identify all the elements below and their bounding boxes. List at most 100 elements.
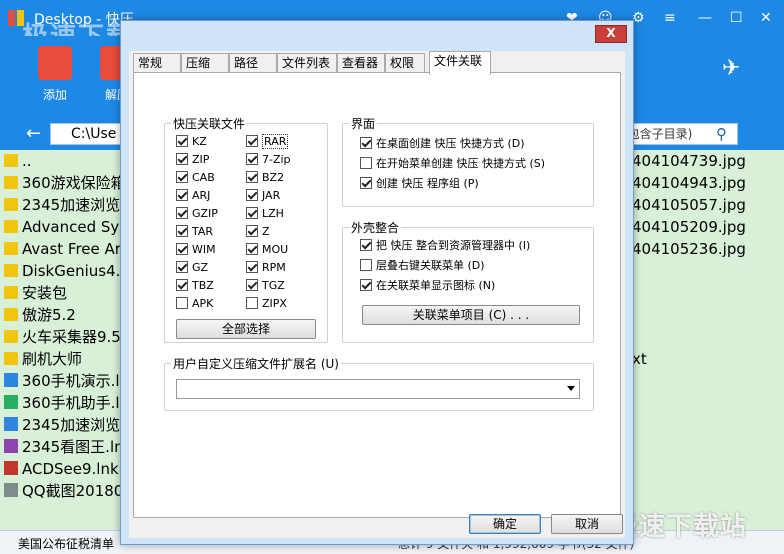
checkbox-lzh[interactable]: LZH xyxy=(246,207,284,221)
list-item[interactable]: 2345加速浏览 xyxy=(4,194,120,216)
list-item[interactable]: QQ截图20180 xyxy=(4,480,123,502)
checkbox-box[interactable] xyxy=(246,297,258,309)
list-item[interactable]: 2345看图王.ln xyxy=(4,436,124,458)
checkbox-box[interactable] xyxy=(176,279,188,291)
checkbox-shell-integration[interactable]: 把 快压 整合到资源管理器中 (I) xyxy=(360,239,530,253)
checkbox-box[interactable] xyxy=(360,157,372,169)
checkbox-box[interactable] xyxy=(360,279,372,291)
checkbox-box[interactable] xyxy=(176,207,188,219)
add-button[interactable]: 添加 xyxy=(30,46,80,103)
checkbox-box[interactable] xyxy=(176,171,188,183)
tab-path[interactable]: 路径 xyxy=(229,53,277,73)
checkbox-box[interactable] xyxy=(360,259,372,271)
checkbox-box[interactable] xyxy=(360,239,372,251)
list-item[interactable]: 360游戏保险箱 xyxy=(4,172,126,194)
dialog-close-button[interactable]: X xyxy=(595,25,627,43)
checkbox-box[interactable] xyxy=(176,189,188,201)
list-item[interactable]: 404104943.jpg xyxy=(632,172,746,194)
list-item[interactable]: .. xyxy=(4,150,32,172)
checkbox-box[interactable] xyxy=(176,135,188,147)
checkbox-cab[interactable]: CAB xyxy=(176,171,215,185)
checkbox-box[interactable] xyxy=(246,261,258,273)
list-item[interactable]: 360手机助手.l xyxy=(4,392,120,414)
checkbox-tar[interactable]: TAR xyxy=(176,225,213,239)
tab-general[interactable]: 常规 xyxy=(133,53,181,73)
checkbox-gz[interactable]: GZ xyxy=(176,261,208,275)
checkbox-box[interactable] xyxy=(246,225,258,237)
interface-group-title: 界面 xyxy=(351,117,376,131)
checkbox-7zip[interactable]: 7-Zip xyxy=(246,153,291,167)
paper-plane-icon[interactable]: ✈ xyxy=(722,56,740,81)
back-arrow-icon[interactable]: ← xyxy=(26,123,41,144)
checkbox-apk[interactable]: APK xyxy=(176,297,213,311)
checkbox-box[interactable] xyxy=(246,243,258,255)
checkbox-box[interactable] xyxy=(246,189,258,201)
list-item[interactable]: DiskGenius4.9 xyxy=(4,260,130,282)
checkbox-tgz[interactable]: TGZ xyxy=(246,279,285,293)
checkbox-jar[interactable]: JAR xyxy=(246,189,280,203)
list-item[interactable]: xt xyxy=(632,348,647,370)
checkbox-box[interactable] xyxy=(176,225,188,237)
tab-file-list[interactable]: 文件列表 xyxy=(277,53,337,73)
checkbox-box[interactable] xyxy=(360,137,372,149)
close-window-icon[interactable]: ✕ xyxy=(760,10,772,26)
minimize-icon[interactable]: — xyxy=(698,10,712,26)
checkbox-box[interactable] xyxy=(360,177,372,189)
checkbox-box[interactable] xyxy=(176,297,188,309)
cancel-button[interactable]: 取消 xyxy=(551,514,623,534)
checkbox-menu-icons[interactable]: 在关联菜单显示图标 (N) xyxy=(360,279,495,293)
list-item[interactable]: 404105236.jpg xyxy=(632,238,746,260)
checkbox-bz2[interactable]: BZ2 xyxy=(246,171,284,185)
checkbox-box[interactable] xyxy=(176,243,188,255)
checkbox-box[interactable] xyxy=(246,171,258,183)
checkbox-box[interactable] xyxy=(246,207,258,219)
checkbox-zipx[interactable]: ZIPX xyxy=(246,297,287,311)
checkbox-start-menu-shortcut[interactable]: 在开始菜单创建 快压 快捷方式 (S) xyxy=(360,157,545,171)
list-item[interactable]: 火车采集器9.5 xyxy=(4,326,121,348)
list-item[interactable]: 安装包 xyxy=(4,282,67,304)
checkbox-label: RAR xyxy=(262,134,289,149)
menu-icon[interactable]: ≡ xyxy=(664,10,676,26)
list-item[interactable]: 404105209.jpg xyxy=(632,216,746,238)
checkbox-box[interactable] xyxy=(246,153,258,165)
checkbox-box[interactable] xyxy=(246,135,258,147)
search-icon[interactable]: ⚲ xyxy=(716,125,727,143)
checkbox-desktop-shortcut[interactable]: 在桌面创建 快压 快捷方式 (D) xyxy=(360,137,525,151)
context-menu-items-button[interactable]: 关联菜单项目 (C) . . . xyxy=(362,305,580,325)
shortcut-icon xyxy=(4,461,18,475)
list-item[interactable]: 404105057.jpg xyxy=(632,194,746,216)
checkbox-kz[interactable]: KZ xyxy=(176,135,207,149)
dropdown-arrow-icon[interactable] xyxy=(567,386,575,391)
checkbox-mou[interactable]: MOU xyxy=(246,243,288,257)
ok-button[interactable]: 确定 xyxy=(469,514,541,534)
tab-permissions[interactable]: 权限 xyxy=(385,53,425,73)
tab-viewer[interactable]: 查看器 xyxy=(337,53,385,73)
checkbox-box[interactable] xyxy=(246,279,258,291)
list-item[interactable]: 刷机大师 xyxy=(4,348,82,370)
news-ticker[interactable]: 美国公布征税清单 xyxy=(18,535,114,552)
custom-extension-combobox[interactable] xyxy=(176,379,580,399)
list-item[interactable]: 404104739.jpg xyxy=(632,150,746,172)
checkbox-box[interactable] xyxy=(176,153,188,165)
list-item[interactable]: 2345加速浏览 xyxy=(4,414,120,436)
checkbox-program-group[interactable]: 创建 快压 程序组 (P) xyxy=(360,177,479,191)
checkbox-box[interactable] xyxy=(176,261,188,273)
checkbox-wim[interactable]: WIM xyxy=(176,243,216,257)
checkbox-rpm[interactable]: RPM xyxy=(246,261,286,275)
list-item[interactable]: Avast Free Ar xyxy=(4,238,121,260)
list-item[interactable]: ACDSee9.lnk xyxy=(4,458,119,480)
checkbox-rar[interactable]: RAR xyxy=(246,134,289,149)
list-item[interactable]: 傲游5.2 xyxy=(4,304,76,326)
checkbox-gzip[interactable]: GZIP xyxy=(176,207,218,221)
checkbox-cascade-menu[interactable]: 层叠右键关联菜单 (D) xyxy=(360,259,485,273)
list-item[interactable]: 360手机演示.l xyxy=(4,370,120,392)
checkbox-arj[interactable]: ARJ xyxy=(176,189,210,203)
checkbox-z[interactable]: Z xyxy=(246,225,270,239)
checkbox-zip[interactable]: ZIP xyxy=(176,153,209,167)
checkbox-tbz[interactable]: TBZ xyxy=(176,279,214,293)
maximize-icon[interactable]: ☐ xyxy=(730,10,743,26)
select-all-button[interactable]: 全部选择 xyxy=(176,319,316,339)
list-item[interactable]: Advanced Sys xyxy=(4,216,127,238)
tab-compression[interactable]: 压缩 xyxy=(181,53,229,73)
tab-file-association[interactable]: 文件关联 xyxy=(429,51,491,75)
